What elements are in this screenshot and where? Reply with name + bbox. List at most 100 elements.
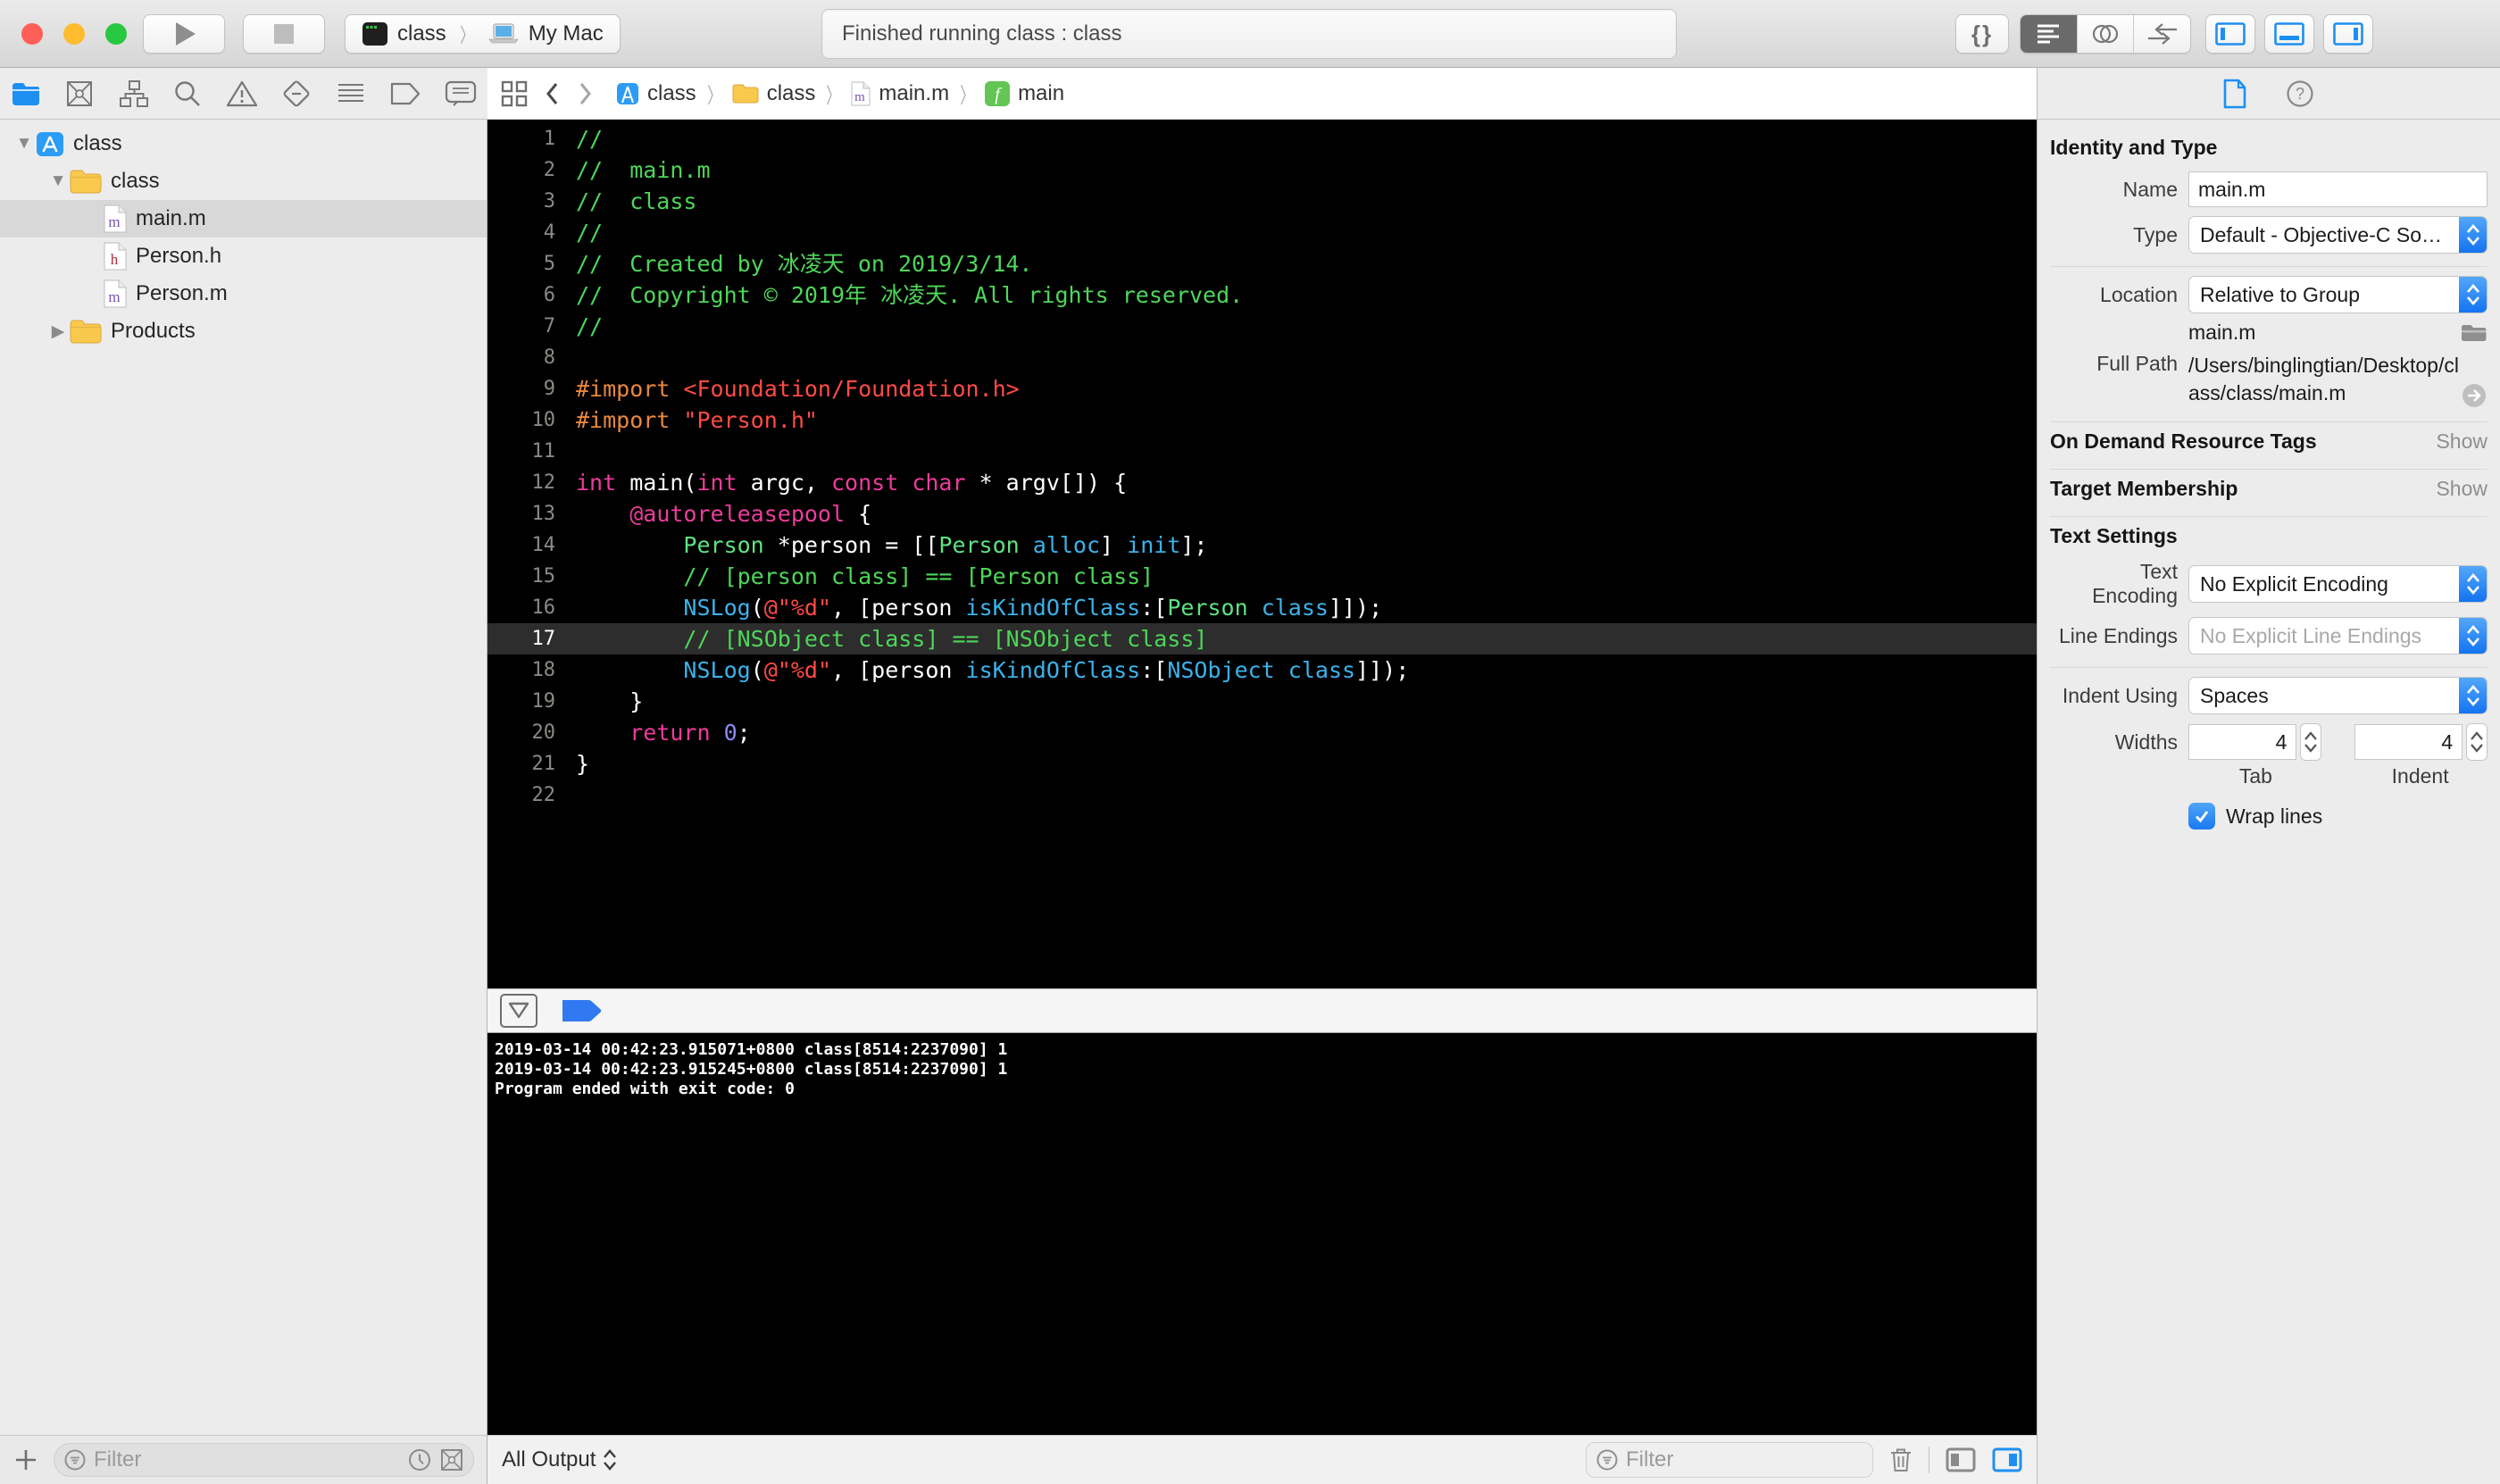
recent-files-filter-icon[interactable] — [407, 1447, 432, 1472]
minimize-window-button[interactable] — [63, 23, 85, 45]
code-line[interactable]: 11 — [488, 436, 2037, 467]
line-number[interactable]: 7 — [488, 311, 555, 342]
odr-show-button[interactable]: Show — [2436, 429, 2488, 454]
open-in-finder-button[interactable] — [2461, 382, 2488, 409]
code-line[interactable]: 13 @autoreleasepool { — [488, 498, 2037, 529]
location-dropdown[interactable]: Relative to Group — [2188, 276, 2488, 313]
line-number[interactable]: 11 — [488, 436, 555, 467]
hide-debug-area-button[interactable] — [500, 994, 538, 1028]
console-filter-field[interactable]: Filter — [1586, 1442, 1873, 1478]
toggle-variables-view-button[interactable] — [1946, 1447, 1976, 1472]
line-number[interactable]: 10 — [488, 404, 555, 436]
close-window-button[interactable] — [21, 23, 43, 45]
line-number[interactable]: 6 — [488, 279, 555, 311]
line-number[interactable]: 9 — [488, 373, 555, 404]
console-scope-dropdown[interactable]: All Output — [502, 1447, 617, 1472]
line-number[interactable]: 22 — [488, 780, 555, 811]
find-navigator-tab[interactable] — [172, 79, 203, 109]
source-editor[interactable]: 1//2// main.m3// class4//5// Created by … — [488, 120, 2037, 988]
toggle-navigator-button[interactable] — [2205, 14, 2255, 54]
tab-width-stepper[interactable] — [2300, 723, 2321, 761]
indent-using-dropdown[interactable]: Spaces — [2188, 677, 2488, 714]
line-number[interactable]: 4 — [488, 217, 555, 248]
standard-editor-button[interactable] — [2021, 15, 2078, 53]
code-line[interactable]: 14 Person *person = [[Person alloc] init… — [488, 529, 2037, 561]
run-button[interactable] — [143, 14, 225, 54]
wrap-lines-checkbox[interactable] — [2188, 803, 2215, 830]
breadcrumb-item[interactable]: mmain.m — [851, 81, 949, 106]
code-line[interactable]: 22 — [488, 780, 2037, 811]
target-show-button[interactable]: Show — [2436, 477, 2488, 501]
navigator-filter-field[interactable]: Filter — [54, 1443, 474, 1477]
code-line[interactable]: 4// — [488, 217, 2037, 248]
indent-width-field[interactable]: 4 — [2354, 724, 2462, 760]
line-number[interactable]: 3 — [488, 186, 555, 217]
line-number[interactable]: 5 — [488, 248, 555, 279]
issue-navigator-tab[interactable] — [226, 79, 258, 108]
code-line[interactable]: 1// — [488, 123, 2037, 154]
test-navigator-tab[interactable] — [281, 79, 312, 109]
file-row[interactable]: ▶Products — [0, 313, 487, 350]
debug-console[interactable]: 2019-03-14 00:42:23.915071+0800 class[85… — [488, 1033, 2037, 1435]
line-number[interactable]: 16 — [488, 592, 555, 623]
code-line[interactable]: 20 return 0; — [488, 717, 2037, 748]
line-number[interactable]: 8 — [488, 342, 555, 373]
text-encoding-dropdown[interactable]: No Explicit Encoding — [2188, 565, 2488, 603]
code-line[interactable]: 17 // [NSObject class] == [NSObject clas… — [488, 623, 2037, 654]
code-line[interactable]: 9#import <Foundation/Foundation.h> — [488, 373, 2037, 404]
code-line[interactable]: 2// main.m — [488, 154, 2037, 186]
clear-console-button[interactable] — [1889, 1446, 1912, 1473]
breadcrumb-item[interactable]: class — [616, 81, 696, 106]
line-number[interactable]: 14 — [488, 529, 555, 561]
toggle-debug-area-button[interactable] — [2264, 14, 2314, 54]
breakpoint-navigator-tab[interactable] — [389, 80, 421, 107]
name-field[interactable]: main.m — [2188, 171, 2488, 207]
version-editor-button[interactable] — [2134, 15, 2190, 53]
line-number[interactable]: 12 — [488, 467, 555, 498]
disclosure-triangle-icon[interactable]: ▶ — [46, 321, 70, 342]
file-row[interactable]: ▼class — [0, 125, 487, 163]
related-items-icon[interactable] — [500, 79, 529, 108]
file-inspector-tab[interactable] — [2223, 79, 2246, 109]
code-line[interactable]: 15 // [person class] == [Person class] — [488, 561, 2037, 592]
code-line[interactable]: 6// Copyright © 2019年 冰凌天. All rights re… — [488, 279, 2037, 311]
line-number[interactable]: 2 — [488, 154, 555, 186]
line-number[interactable]: 15 — [488, 561, 555, 592]
breakpoint-activation-button[interactable] — [561, 998, 604, 1023]
zoom-window-button[interactable] — [105, 23, 127, 45]
assistant-editor-button[interactable] — [2078, 15, 2135, 53]
source-control-navigator-tab[interactable] — [64, 79, 95, 109]
source-control-filter-icon[interactable] — [439, 1447, 464, 1472]
disclosure-triangle-icon[interactable]: ▼ — [46, 171, 70, 191]
file-row[interactable]: ▼class — [0, 163, 487, 200]
choose-location-button[interactable] — [2461, 323, 2488, 343]
braces-button[interactable]: {} — [1955, 14, 2009, 54]
code-line[interactable]: 10#import "Person.h" — [488, 404, 2037, 436]
line-number[interactable]: 19 — [488, 686, 555, 717]
quick-help-tab[interactable]: ? — [2286, 79, 2314, 108]
file-row[interactable]: mPerson.m — [0, 275, 487, 313]
stop-button[interactable] — [243, 14, 325, 54]
file-row[interactable]: hPerson.h — [0, 238, 487, 275]
report-navigator-tab[interactable] — [445, 79, 477, 108]
code-line[interactable]: 18 NSLog(@"%d", [person isKindOfClass:[N… — [488, 654, 2037, 686]
file-row[interactable]: mmain.m — [0, 200, 487, 238]
debug-navigator-tab[interactable] — [336, 80, 366, 107]
breadcrumb-item[interactable]: class — [732, 81, 816, 106]
code-line[interactable]: 7// — [488, 311, 2037, 342]
toggle-console-view-button[interactable] — [1992, 1447, 2022, 1472]
type-dropdown[interactable]: Default - Objective-C Sou… — [2188, 216, 2488, 254]
disclosure-triangle-icon[interactable]: ▼ — [12, 134, 36, 154]
code-line[interactable]: 5// Created by 冰凌天 on 2019/3/14. — [488, 248, 2037, 279]
line-number[interactable]: 17 — [488, 623, 555, 654]
line-number[interactable]: 1 — [488, 123, 555, 154]
code-line[interactable]: 19 } — [488, 686, 2037, 717]
toggle-inspectors-button[interactable] — [2323, 14, 2373, 54]
go-forward-button[interactable] — [579, 81, 593, 106]
line-number[interactable]: 18 — [488, 654, 555, 686]
go-back-button[interactable] — [545, 81, 559, 106]
add-button[interactable] — [12, 1446, 39, 1473]
code-line[interactable]: 16 NSLog(@"%d", [person isKindOfClass:[P… — [488, 592, 2037, 623]
code-line[interactable]: 21} — [488, 748, 2037, 780]
line-endings-dropdown[interactable]: No Explicit Line Endings — [2188, 617, 2488, 654]
